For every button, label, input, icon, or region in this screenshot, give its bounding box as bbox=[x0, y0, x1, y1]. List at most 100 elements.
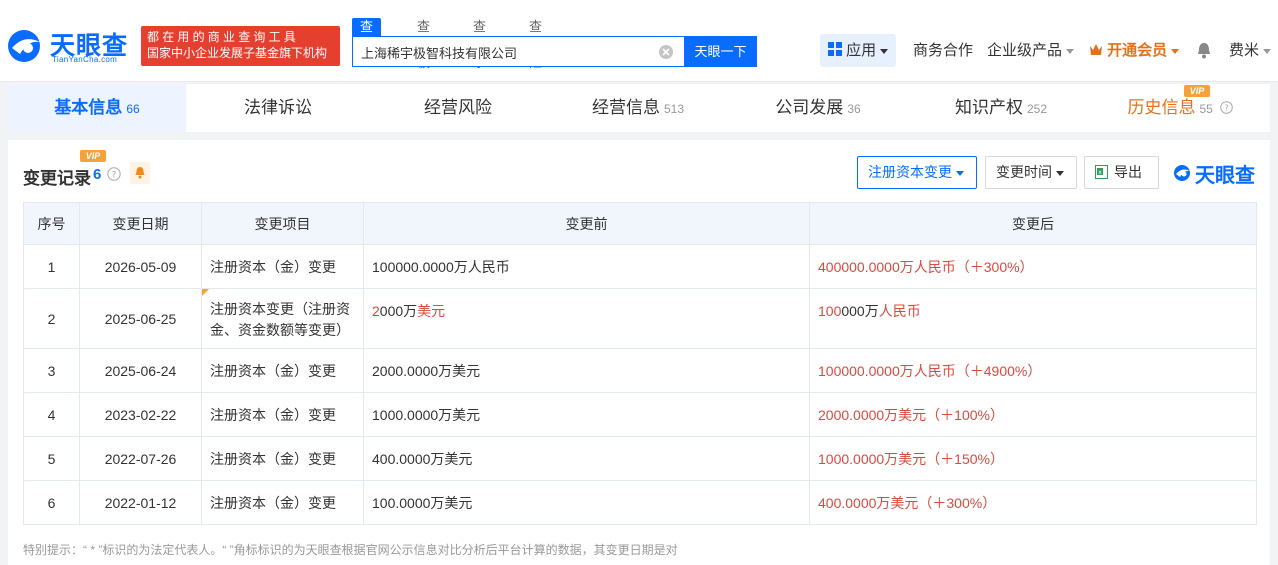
change-records-card: 变更记录 VIP 6 ? 注册资本变更 变更时间 x 导出 天眼查 序号 变更日… bbox=[8, 140, 1270, 565]
cell-date: 2026-05-09 bbox=[79, 244, 202, 289]
clear-icon[interactable] bbox=[657, 43, 675, 61]
filter-type-label: 注册资本变更 bbox=[868, 164, 952, 180]
diff-plain: 000万 bbox=[841, 303, 879, 319]
section-title: 变更记录 bbox=[23, 169, 91, 188]
cell-item: 注册资本（金）变更 bbox=[201, 480, 364, 525]
cell-date: 2022-01-12 bbox=[79, 480, 202, 525]
monitor-bell-button[interactable] bbox=[130, 162, 150, 184]
tab-label: 经营信息 bbox=[591, 98, 660, 117]
table-row: 3 2025-06-24 注册资本（金）变更 2000.0000万美元 1000… bbox=[23, 348, 1257, 393]
cell-before: 100.0000万美元 bbox=[363, 480, 810, 525]
cell-item: 注册资本（金）变更 bbox=[201, 348, 364, 393]
chevron-down-icon bbox=[956, 170, 964, 176]
cell-after: 2000.0000万美元（＋100%） bbox=[809, 392, 1257, 437]
header-date: 变更日期 bbox=[79, 202, 202, 245]
cell-item: 注册资本（金）变更 bbox=[201, 244, 364, 289]
nav-business[interactable]: 商务合作 bbox=[913, 41, 973, 61]
search-tab-relation[interactable]: 查关系 bbox=[473, 18, 486, 70]
tab-risk[interactable]: 经营风险 bbox=[364, 84, 552, 132]
cell-date: 2025-06-25 bbox=[79, 288, 202, 349]
search-button[interactable]: 天眼一下 bbox=[684, 36, 757, 67]
cell-after: 1000.0000万美元（＋150%） bbox=[809, 436, 1257, 481]
promo-line-2: 国家中小企业发展子基金旗下机构 bbox=[147, 46, 328, 60]
tab-operations[interactable]: 经营信息 513 bbox=[552, 84, 724, 132]
crown-icon bbox=[1090, 44, 1102, 55]
cell-no: 3 bbox=[23, 348, 80, 393]
cell-no: 1 bbox=[23, 244, 80, 289]
brand-text: 天眼查 bbox=[1195, 163, 1255, 187]
brand-logo: 天眼查 bbox=[1173, 158, 1258, 187]
tab-ip[interactable]: 知识产权 252 bbox=[912, 84, 1090, 132]
change-records-table: 序号 变更日期 变更项目 变更前 变更后 1 2026-05-09 注册资本（金… bbox=[23, 202, 1257, 525]
company-tabs: 基本信息 66 法律诉讼 经营风险 经营信息 513 公司发展 36 知识产权 252 … bbox=[8, 84, 1270, 132]
table-row: 2 2025-06-25 注册资本变更（注册资金、资金数额等变更） 2000万美… bbox=[23, 288, 1257, 349]
chevron-down-icon bbox=[1066, 48, 1075, 54]
search-input[interactable] bbox=[361, 43, 651, 61]
diff-highlight: 2 bbox=[372, 303, 380, 319]
tab-label: 法律诉讼 bbox=[244, 98, 312, 117]
tab-count: 252 bbox=[1026, 102, 1048, 116]
tab-label: 知识产权 bbox=[954, 98, 1023, 117]
apps-grid-icon bbox=[828, 42, 842, 56]
vip-badge: VIP bbox=[80, 150, 106, 162]
cell-item: 注册资本（金）变更 bbox=[201, 392, 364, 437]
cell-before: 1000.0000万美元 bbox=[363, 392, 810, 437]
promo-line-1: 都在用的商业查询工具 bbox=[147, 30, 300, 44]
header-before: 变更前 bbox=[363, 202, 810, 245]
cell-before: 2000.0000万美元 bbox=[363, 348, 810, 393]
excel-icon: x bbox=[1095, 165, 1108, 179]
cell-after: 400.0000万美元（＋300%） bbox=[809, 480, 1257, 525]
table-row: 5 2022-07-26 注册资本（金）变更 400.0000万美元 1000.… bbox=[23, 436, 1257, 481]
filter-type-select[interactable]: 注册资本变更 bbox=[857, 156, 977, 189]
tab-development[interactable]: 公司发展 36 bbox=[724, 84, 912, 132]
cell-item: 注册资本变更（注册资金、资金数额等变更） bbox=[201, 288, 364, 349]
diff-highlight: 100 bbox=[818, 303, 842, 319]
promo-banner[interactable]: 都在用的商业查询工具 国家中小企业发展子基金旗下机构 bbox=[141, 26, 340, 66]
notification-bell-icon[interactable] bbox=[1196, 42, 1212, 59]
help-icon[interactable]: ? bbox=[107, 167, 121, 181]
nav-vip-label: 开通会员 bbox=[1107, 42, 1168, 59]
tab-legal[interactable]: 法律诉讼 bbox=[192, 84, 364, 132]
section-count: 6 bbox=[93, 166, 102, 183]
diff-highlight: 人民币 bbox=[878, 303, 921, 319]
cell-before: 2000万美元 bbox=[363, 288, 810, 349]
table-row: 6 2022-01-12 注册资本（金）变更 100.0000万美元 400.0… bbox=[23, 480, 1257, 525]
help-icon[interactable]: ? bbox=[1219, 101, 1233, 114]
diff-highlight: 美元 bbox=[417, 303, 446, 319]
tab-history[interactable]: 历史信息 55 ? bbox=[1090, 84, 1270, 132]
apps-menu-button[interactable]: 应用 bbox=[820, 34, 896, 67]
logo-eye-icon bbox=[1174, 165, 1190, 181]
nav-enterprise[interactable]: 企业级产品 bbox=[987, 41, 1075, 61]
search-tab-boss[interactable]: 查老板 bbox=[417, 18, 430, 70]
top-header: 天眼查 TianYanCha.com 都在用的商业查询工具 国家中小企业发展子基… bbox=[0, 0, 1278, 82]
footnote: 特别提示：“ * ”标识的为法定代表人。“ ”角标标识的为天眼查根据官网公示信息… bbox=[23, 543, 678, 557]
search-tab-risk[interactable]: 查风险 bbox=[529, 18, 542, 70]
cell-after: 100000.0000万人民币（＋4900%） bbox=[809, 348, 1257, 393]
tab-basic-info[interactable]: 基本信息 66 bbox=[8, 84, 186, 132]
cell-before: 100000.0000万人民币 bbox=[363, 244, 810, 289]
cell-date: 2023-02-22 bbox=[79, 392, 202, 437]
tab-label: 基本信息 bbox=[54, 98, 123, 117]
user-menu[interactable]: 费米 bbox=[1229, 41, 1272, 61]
cell-item-text: 注册资本变更（注册资金、资金数额等变更） bbox=[210, 301, 350, 338]
nav-vip[interactable]: 开通会员 bbox=[1089, 41, 1180, 61]
filter-time-select[interactable]: 变更时间 bbox=[985, 156, 1077, 189]
logo-eye-icon bbox=[8, 30, 40, 62]
cell-no: 4 bbox=[23, 392, 80, 437]
header-no: 序号 bbox=[23, 202, 80, 245]
cell-date: 2022-07-26 bbox=[79, 436, 202, 481]
svg-text:?: ? bbox=[1224, 104, 1228, 113]
chevron-down-icon bbox=[880, 48, 889, 54]
search-tab-company[interactable]: 查公司 bbox=[352, 18, 382, 70]
export-button[interactable]: x 导出 bbox=[1084, 156, 1159, 189]
svg-text:x: x bbox=[1098, 169, 1102, 176]
table-row: 4 2023-02-22 注册资本（金）变更 1000.0000万美元 2000… bbox=[23, 392, 1257, 437]
calculated-corner-mark bbox=[202, 289, 209, 296]
tab-count: 36 bbox=[847, 102, 861, 116]
table-header-row: 序号 变更日期 变更项目 变更前 变更后 bbox=[23, 202, 1257, 245]
user-name: 费米 bbox=[1229, 42, 1260, 59]
tab-label: 历史信息 bbox=[1127, 98, 1196, 117]
tianyancha-logo[interactable]: 天眼查 TianYanCha.com bbox=[6, 26, 136, 68]
vip-badge: VIP bbox=[1184, 85, 1210, 97]
bell-icon bbox=[135, 167, 145, 179]
